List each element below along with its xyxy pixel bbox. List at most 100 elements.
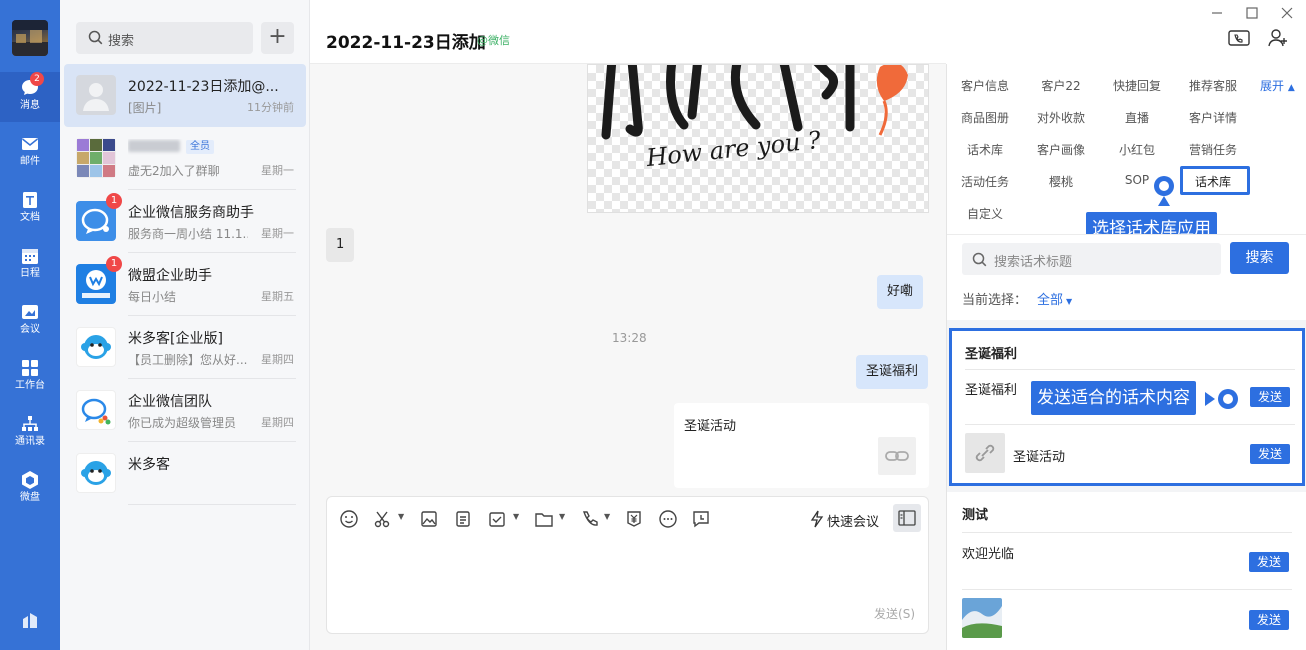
tab-recommend-service[interactable]: 推荐客服 [1175,77,1251,94]
tab-customer-portrait[interactable]: 客户画像 [1023,141,1099,158]
rail-label-meeting: 会议 [20,324,40,335]
annotation-arrow [1205,392,1215,406]
conversation-item[interactable]: 全员 虚无2加入了群聊 星期一 [64,127,306,190]
folder-icon[interactable] [534,509,554,529]
maximize-icon[interactable] [1245,6,1259,20]
send-script-button[interactable]: 发送 [1250,444,1290,464]
conversation-item[interactable]: 米多客 [64,442,306,505]
tab-customer-info[interactable]: 客户信息 [947,77,1023,94]
link-icon [975,444,995,462]
tab-customer22[interactable]: 客户22 [1023,77,1099,94]
add-member-icon[interactable] [1267,28,1289,48]
script-group-test: 测试 欢迎光临 发送 发送 [947,492,1306,650]
script-search-input[interactable]: 搜索话术标题 [962,243,1221,275]
send-button[interactable]: 发送(S) [874,605,915,622]
script-group-title: 测试 [962,508,989,523]
conversation-search-placeholder: 搜索 [108,34,135,49]
conversation-item-selected[interactable]: 2022-11-23日添加@... [图片] 11分钟前 [64,64,306,127]
link-card-message[interactable]: 圣诞活动 [674,403,929,488]
conversation-time: 星期一 [261,164,294,177]
chat-panel: 2022-11-23日添加 @微信 How are you ? 1 好嘞 13:… [310,0,946,650]
outgoing-message[interactable]: 好嘞 [877,275,924,309]
blurred-group-name [128,140,180,152]
weipan-icon [22,471,38,489]
script-search-button[interactable]: 搜索 [1230,242,1289,274]
conversation-preview: [图片] [128,101,162,115]
chevron-down-icon[interactable]: ▼ [513,512,519,521]
screenshot-scissors-icon[interactable] [372,509,392,529]
image-icon[interactable] [419,509,439,529]
send-script-button[interactable]: 发送 [1250,387,1290,407]
conversation-item[interactable]: 1 微盟企业助手 每日小结 星期五 [64,253,306,316]
chevron-down-icon[interactable]: ▼ [559,512,565,521]
message-note-icon[interactable] [691,509,711,529]
conversation-name: 2022-11-23日添加@... [128,79,279,95]
tab-custom[interactable]: 自定义 [947,205,1023,222]
unread-badge: 1 [106,256,122,272]
sidebar-app-panel: 客户信息 客户22 快捷回复 推荐客服 展开 ▲ 商品图册 对外收款 直播 客户… [946,64,1306,650]
tab-product-album[interactable]: 商品图册 [947,109,1023,126]
tab-red-packet[interactable]: 小红包 [1099,141,1175,158]
tab-customer-detail[interactable]: 客户详情 [1175,109,1251,126]
task-check-icon[interactable] [487,509,507,529]
send-script-button[interactable]: 发送 [1249,610,1289,630]
tab-external-payment[interactable]: 对外收款 [1023,109,1099,126]
miduoke-avatar [76,327,116,367]
chevron-down-icon[interactable]: ▼ [604,512,610,521]
close-icon[interactable] [1280,6,1294,20]
conversation-time: 星期四 [261,416,294,429]
sticker-image[interactable]: How are you ? [587,64,929,213]
group-avatar [76,138,116,178]
rail-item-workbench[interactable]: 工作台 [0,352,60,402]
document-icon[interactable] [453,509,473,529]
rail-item-weipan[interactable]: 微盘 [0,464,60,514]
tab-cherry[interactable]: 樱桃 [1023,173,1099,190]
rail-item-meeting[interactable]: 会议 [0,296,60,346]
rail-item-contacts[interactable]: 通讯录 [0,408,60,458]
conversation-preview: 你已成为超级管理员 [128,416,237,430]
conversation-preview: 服务商一周小结 11.1... [128,227,248,241]
divider [128,504,296,505]
emoji-icon[interactable] [339,509,359,529]
expand-tabs-link[interactable]: 展开 ▲ [1260,77,1295,94]
tab-quick-reply[interactable]: 快捷回复 [1099,77,1175,94]
send-script-button[interactable]: 发送 [1249,552,1289,572]
conversation-preview: 每日小结 [128,290,177,304]
minimize-icon[interactable] [1210,6,1224,20]
tab-live[interactable]: 直播 [1099,109,1175,126]
conversation-search-box[interactable]: 搜索 [76,22,253,54]
conversation-time: 星期一 [261,227,294,240]
rail-item-calendar[interactable]: 日程 [0,240,60,290]
more-dots-icon[interactable] [658,509,678,529]
tab-marketing-task[interactable]: 营销任务 [1175,141,1251,158]
outgoing-message[interactable]: 圣诞福利 [856,355,929,389]
tab-activity-task[interactable]: 活动任务 [947,173,1023,190]
conversation-name: 米多客 [128,457,170,473]
payment-yuan-icon[interactable] [624,509,644,529]
conversation-item[interactable]: 1 企业微信服务商助手 服务商一周小结 11.1... 星期一 [64,190,306,253]
script-search-placeholder: 搜索话术标题 [994,255,1073,270]
phone-icon[interactable] [580,509,600,529]
quick-meeting-button[interactable]: 快速会议 [827,511,879,530]
chevron-down-icon[interactable]: ▼ [398,512,404,521]
rail-item-docs[interactable]: 文档 [0,184,60,234]
tab-script-library-selected[interactable]: 话术库 [1175,173,1251,190]
tab-script-library-1[interactable]: 话术库 [947,141,1023,158]
calendar-icon [22,249,38,264]
current-selection-dropdown[interactable]: 全部 ▼ [1037,289,1072,308]
link-icon [878,437,916,475]
video-call-icon[interactable] [1228,28,1250,48]
conversation-item[interactable]: 企业微信团队 你已成为超级管理员 星期四 [64,379,306,442]
divider [965,424,1295,425]
script-image-thumbnail[interactable] [962,598,1002,638]
user-avatar[interactable] [12,20,48,56]
incoming-message[interactable]: 1 [326,228,355,262]
rail-item-mail[interactable]: 邮件 [0,128,60,178]
rail-more-apps-icon[interactable] [20,610,40,630]
caret-down-icon: ▼ [1066,297,1073,306]
add-conversation-button[interactable]: + [261,22,294,54]
conversation-item[interactable]: 米多客[企业版] 【员工删除】您从好... 星期四 [64,316,306,379]
sidebar-toggle-button[interactable] [893,504,921,532]
message-input-area[interactable]: ▼ ▼ ▼ ▼ 快速会议 发送(S) [326,496,929,634]
wechat-source-tag: @微信 [477,34,510,47]
